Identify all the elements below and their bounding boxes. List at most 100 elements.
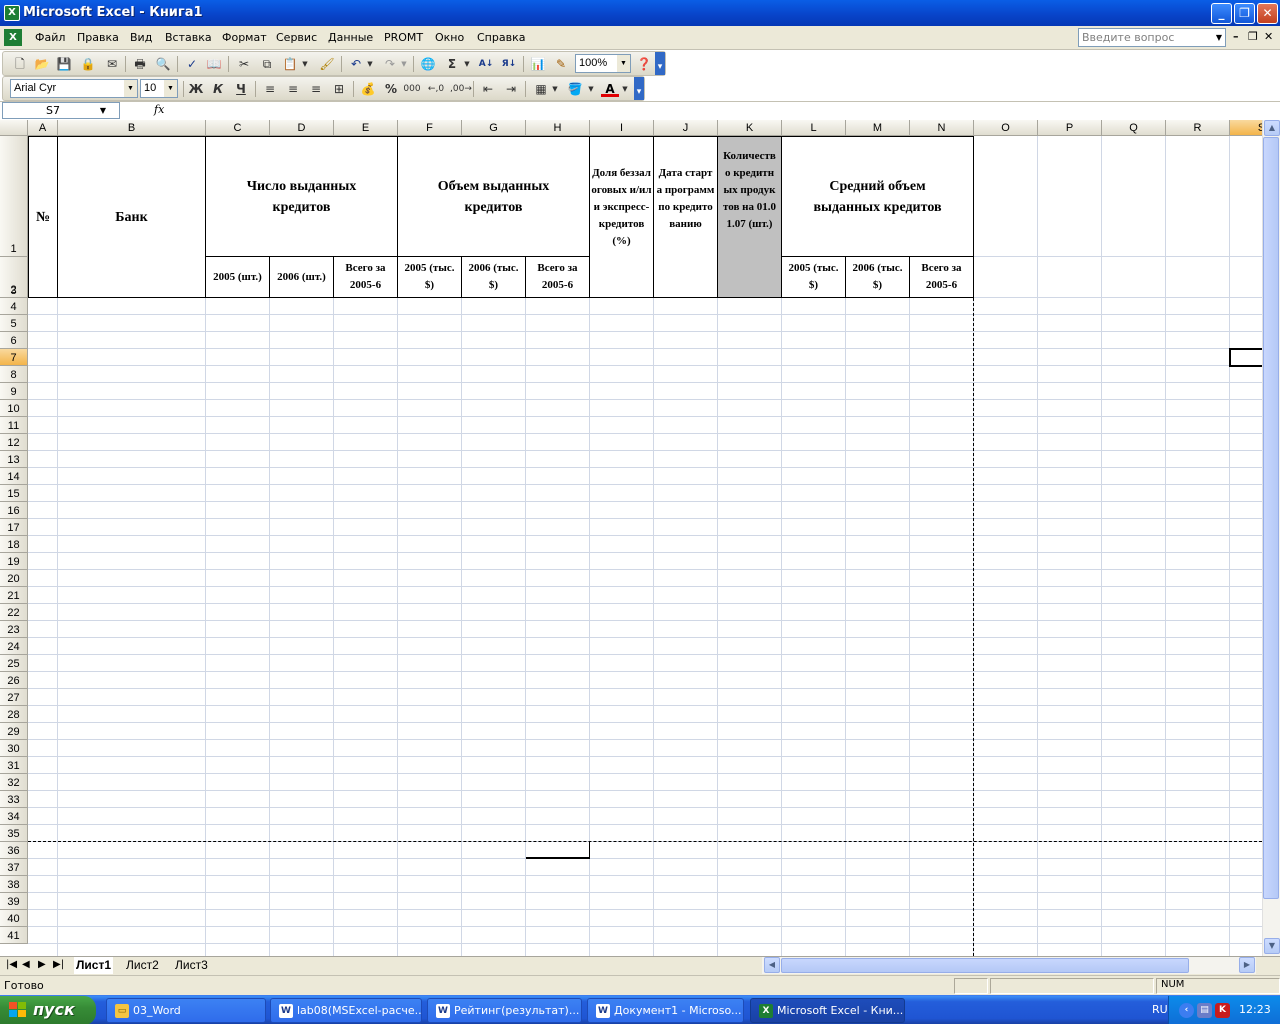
next-sheet-icon[interactable]: ▶: [38, 959, 46, 970]
task-word-1[interactable]: Wlab08(MSExcel-расче...: [270, 998, 422, 1023]
chevron-down-icon[interactable]: ▼: [124, 80, 137, 97]
header-cell-avg-total[interactable]: Всего за 2005-6: [910, 257, 974, 298]
menu-help[interactable]: Справка: [477, 31, 525, 44]
row-header[interactable]: 11: [0, 417, 28, 434]
format-painter-icon[interactable]: 🖌: [318, 55, 336, 73]
excel-icon[interactable]: X: [4, 5, 20, 21]
italic-button[interactable]: К: [209, 80, 227, 98]
doc-close-button[interactable]: ✕: [1264, 30, 1273, 43]
sort-ascending-icon[interactable]: A↓: [477, 55, 495, 73]
close-button[interactable]: ✕: [1257, 3, 1278, 24]
row-header[interactable]: 27: [0, 689, 28, 706]
column-header[interactable]: A: [28, 120, 58, 136]
header-cell-start-date[interactable]: Дата старта программ по кредитованию: [654, 136, 718, 298]
first-sheet-icon[interactable]: |◀: [6, 959, 17, 970]
sheet-tab-2[interactable]: Лист2: [124, 957, 161, 974]
sort-descending-icon[interactable]: Я↓: [500, 55, 518, 73]
chevron-down-icon[interactable]: ▼: [617, 55, 630, 72]
menu-promt[interactable]: PROMT: [384, 31, 423, 44]
row-header[interactable]: 13: [0, 451, 28, 468]
sheet-tab-1[interactable]: Лист1: [74, 957, 114, 974]
chevron-down-icon[interactable]: ▼: [365, 55, 375, 73]
header-cell-avg-group[interactable]: Средний объем выданных кредитов: [782, 136, 974, 257]
row-header[interactable]: 10: [0, 400, 28, 417]
column-header[interactable]: K: [718, 120, 782, 136]
column-header[interactable]: Q: [1102, 120, 1166, 136]
row-header[interactable]: 19: [0, 553, 28, 570]
task-word-2[interactable]: W Рейтинг(результат)...: [427, 998, 582, 1023]
last-sheet-icon[interactable]: ▶|: [53, 959, 64, 970]
row-header[interactable]: 23: [0, 621, 28, 638]
font-select[interactable]: Arial Cyr ▼: [10, 79, 138, 98]
align-right-icon[interactable]: ≡: [307, 80, 325, 98]
insert-function-icon[interactable]: fx: [154, 103, 164, 116]
align-left-icon[interactable]: ≡: [261, 80, 279, 98]
comma-style-button[interactable]: 000: [403, 80, 421, 98]
task-excel[interactable]: X Microsoft Excel - Кни...: [750, 998, 905, 1023]
active-cell[interactable]: [1229, 348, 1262, 367]
save-icon[interactable]: 💾: [55, 55, 73, 73]
menu-insert[interactable]: Вставка: [165, 31, 212, 44]
merge-center-icon[interactable]: ⊞: [330, 80, 348, 98]
doc-restore-button[interactable]: ❐: [1248, 30, 1258, 43]
increase-decimal-icon[interactable]: ←,0: [427, 80, 445, 98]
autosum-icon[interactable]: Σ: [443, 55, 461, 73]
column-header[interactable]: B: [58, 120, 206, 136]
header-cell-avg-2006[interactable]: 2006 (тыс. $): [846, 257, 910, 298]
decrease-indent-icon[interactable]: ⇤: [479, 80, 497, 98]
underline-button[interactable]: Ч: [232, 80, 250, 98]
row-header[interactable]: 37: [0, 859, 28, 876]
undo-icon[interactable]: ↶: [347, 55, 365, 73]
doc-minimize-button[interactable]: –: [1233, 30, 1239, 43]
row-header[interactable]: 24: [0, 638, 28, 655]
zoom-select[interactable]: 100% ▼: [575, 54, 631, 73]
row-header[interactable]: 1: [0, 136, 28, 257]
row-header[interactable]: 12: [0, 434, 28, 451]
row-header[interactable]: 31: [0, 757, 28, 774]
row-header[interactable]: 18: [0, 536, 28, 553]
ask-question-input[interactable]: Введите вопрос: [1078, 28, 1226, 47]
row-header[interactable]: 29: [0, 723, 28, 740]
cut-icon[interactable]: ✂: [235, 55, 253, 73]
select-all-corner[interactable]: [0, 120, 28, 136]
vertical-scroll-thumb[interactable]: [1263, 137, 1279, 899]
row-header[interactable]: 8: [0, 366, 28, 383]
chevron-down-icon[interactable]: ▼: [399, 55, 409, 73]
header-cell-num[interactable]: №: [28, 136, 58, 298]
task-word-3[interactable]: W Документ1 - Microso...: [587, 998, 744, 1023]
chevron-down-icon[interactable]: ▼: [586, 80, 596, 98]
column-header[interactable]: F: [398, 120, 462, 136]
header-cell-count-group[interactable]: Число выданных кредитов: [206, 136, 398, 257]
email-icon[interactable]: ✉: [103, 55, 121, 73]
header-cell-volume-group[interactable]: Объем выданных кредитов: [398, 136, 590, 257]
column-header[interactable]: I: [590, 120, 654, 136]
row-header[interactable]: 30: [0, 740, 28, 757]
scroll-up-icon[interactable]: ▲: [1264, 120, 1280, 136]
header-cell-volume-2005[interactable]: 2005 (тыс. $): [398, 257, 462, 298]
column-header[interactable]: G: [462, 120, 526, 136]
antivirus-icon[interactable]: K: [1215, 1003, 1230, 1018]
column-header[interactable]: O: [974, 120, 1038, 136]
worksheet[interactable]: A B C D E F G H I J K L M N O P Q R S 1 2 3 4 5 6 7 8 9 10 11 12 13 14 15…: [0, 120, 1262, 956]
open-folder-icon[interactable]: 📂: [33, 55, 51, 73]
scroll-right-icon[interactable]: ▶: [1239, 957, 1255, 973]
column-header[interactable]: D: [270, 120, 334, 136]
bold-button[interactable]: Ж: [187, 80, 205, 98]
toolbar-options-icon[interactable]: ▾: [655, 52, 665, 75]
chevron-down-icon[interactable]: ▼: [462, 55, 472, 73]
row-header[interactable]: 26: [0, 672, 28, 689]
row-header[interactable]: 17: [0, 519, 28, 536]
row-header[interactable]: 6: [0, 332, 28, 349]
chevron-down-icon[interactable]: ▼: [550, 80, 560, 98]
document-icon[interactable]: X: [4, 29, 22, 46]
copy-icon[interactable]: ⧉: [258, 55, 276, 73]
network-icon[interactable]: ▤: [1197, 1003, 1212, 1018]
start-button[interactable]: пуск: [0, 996, 96, 1024]
row-header[interactable]: 34: [0, 808, 28, 825]
chevron-down-icon[interactable]: ▼: [620, 80, 630, 98]
column-header[interactable]: P: [1038, 120, 1102, 136]
decrease-decimal-icon[interactable]: ,00→: [450, 80, 472, 98]
header-cell-volume-total[interactable]: Всего за 2005-6: [526, 257, 590, 298]
minimize-button[interactable]: _: [1211, 3, 1232, 24]
borders-icon[interactable]: ▦: [532, 80, 550, 98]
